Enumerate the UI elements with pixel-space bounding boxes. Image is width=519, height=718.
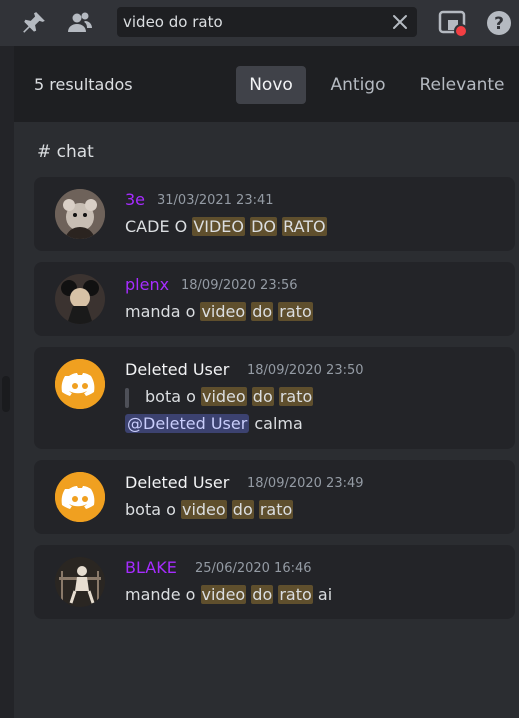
search-highlight: video: [200, 302, 247, 321]
discord-logo-icon[interactable]: [55, 472, 105, 522]
search-input[interactable]: [123, 7, 383, 37]
author-name[interactable]: BLAKE: [125, 558, 177, 577]
avatar[interactable]: [55, 557, 105, 607]
close-icon[interactable]: [391, 13, 409, 31]
message-text: manda o video do rato: [125, 302, 313, 321]
search-highlight: VIDEO: [192, 217, 245, 236]
author-name[interactable]: Deleted User: [125, 360, 229, 379]
message-text: @Deleted User calma: [125, 414, 303, 433]
message-text: CADE O VIDEO DO RATO: [125, 217, 327, 236]
pin-icon[interactable]: [19, 8, 49, 38]
left-edge-panel: [0, 46, 14, 718]
results-header: 5 resultados Novo Antigo Relevante: [14, 46, 519, 122]
timestamp: 18/09/2020 23:49: [247, 476, 364, 491]
quote-bar: [125, 387, 129, 408]
message-text: bota o video do rato: [125, 500, 294, 519]
search-result-card[interactable]: 3e 31/03/2021 23:41 CADE O VIDEO DO RATO: [34, 177, 515, 251]
timestamp: 31/03/2021 23:41: [157, 193, 274, 208]
author-name[interactable]: Deleted User: [125, 473, 229, 492]
user-mention[interactable]: @Deleted User: [125, 414, 250, 433]
search-highlight: do: [251, 387, 274, 406]
members-icon[interactable]: [65, 8, 95, 38]
search-result-card[interactable]: plenx 18/09/2020 23:56 manda o video do …: [34, 262, 515, 336]
search-result-card[interactable]: Deleted User 18/09/2020 23:49 bota o vid…: [34, 460, 515, 534]
search-highlight: rato: [278, 302, 313, 321]
search-highlight: DO: [250, 217, 278, 236]
search-highlight: video: [200, 387, 247, 406]
author-name[interactable]: 3e: [125, 190, 145, 209]
avatar[interactable]: [55, 189, 105, 239]
search-highlight: do: [231, 500, 254, 519]
tab-antigo[interactable]: Antigo: [318, 66, 398, 104]
svg-text:?: ?: [494, 14, 504, 34]
message-text: mande o video do rato ai: [125, 585, 333, 604]
search-result-card[interactable]: BLAKE 25/06/2020 16:46 mande o video do …: [34, 545, 515, 619]
discord-logo-icon[interactable]: [55, 359, 105, 409]
tab-relevante[interactable]: Relevante: [412, 66, 512, 104]
help-icon[interactable]: ?: [484, 8, 514, 38]
search-highlight: rato: [278, 387, 314, 406]
avatar[interactable]: [55, 274, 105, 324]
tab-novo[interactable]: Novo: [236, 66, 306, 104]
author-name[interactable]: plenx: [125, 275, 169, 294]
search-highlight: rato: [258, 500, 294, 519]
search-box[interactable]: [117, 7, 417, 37]
top-bar: ?: [0, 0, 519, 46]
search-highlight: rato: [278, 585, 313, 604]
search-highlight: do: [251, 302, 274, 321]
search-result-card[interactable]: Deleted User 18/09/2020 23:50 bota o vid…: [34, 347, 515, 449]
quoted-message-text: bota o video do rato: [125, 387, 314, 408]
channel-name[interactable]: # chat: [37, 142, 94, 162]
search-highlight: RATO: [282, 217, 327, 236]
timestamp: 25/06/2020 16:46: [195, 561, 312, 576]
search-highlight: video: [200, 585, 247, 604]
search-highlight: video: [180, 500, 227, 519]
search-highlight: do: [251, 585, 274, 604]
timestamp: 18/09/2020 23:50: [247, 363, 364, 378]
inbox-icon[interactable]: [438, 8, 468, 38]
results-count: 5 resultados: [34, 75, 133, 94]
timestamp: 18/09/2020 23:56: [181, 278, 298, 293]
scrollbar-thumb[interactable]: [2, 376, 10, 412]
